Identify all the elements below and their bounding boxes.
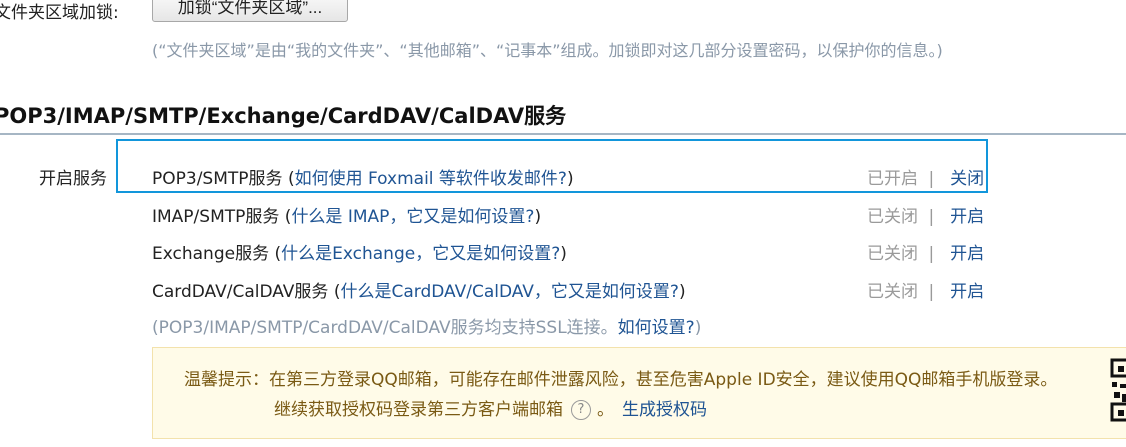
- service-name: Exchange服务: [152, 244, 270, 264]
- separator: |: [923, 244, 946, 264]
- service-name: CardDAV/CalDAV服务: [152, 282, 329, 302]
- status-text: 已关闭: [867, 282, 918, 302]
- generate-auth-code-link[interactable]: 生成授权码: [622, 400, 707, 420]
- service-status-imap: 已关闭 | 开启: [867, 202, 984, 227]
- service-status-pop3: 已开启 | 关闭: [867, 164, 984, 189]
- ssl-note: (POP3/IMAP/SMTP/CardDAV/CalDAV服务均支持SSL连接…: [152, 318, 702, 338]
- tip-box: [152, 347, 1126, 439]
- ssl-note-text: POP3/IMAP/SMTP/CardDAV/CalDAV服务均支持SSL连接。: [158, 318, 618, 338]
- service-name: IMAP/SMTP服务: [152, 207, 280, 227]
- service-row-pop3: POP3/SMTP服务 (如何使用 Foxmail 等软件收发邮件?): [152, 169, 574, 189]
- service-status-carddav: 已关闭 | 开启: [867, 277, 984, 302]
- service-name: POP3/SMTP服务: [152, 169, 283, 189]
- service-row-carddav: CardDAV/CalDAV服务 (什么是CardDAV/CalDAV，它又是如…: [152, 282, 686, 302]
- tip-warning-text: 温馨提示：在第三方登录QQ邮箱，可能存在邮件泄露风险，甚至危害Apple ID安…: [184, 370, 1058, 390]
- ssl-howto-link[interactable]: 如何设置?: [618, 318, 695, 338]
- question-icon[interactable]: ?: [571, 400, 591, 420]
- service-help-link[interactable]: 什么是Exchange，它又是如何设置?: [281, 244, 560, 264]
- toggle-link[interactable]: 开启: [950, 282, 984, 302]
- service-status-exchange: 已关闭 | 开启: [867, 239, 984, 264]
- folder-lock-note: (“文件夹区域”是由“我的文件夹”、“其他邮箱”、“记事本”组成。加锁即对这几部…: [152, 41, 943, 60]
- toggle-link[interactable]: 开启: [950, 244, 984, 264]
- separator: |: [923, 169, 946, 189]
- service-row-exchange: Exchange服务 (什么是Exchange，它又是如何设置?): [152, 244, 567, 264]
- folder-lock-button[interactable]: 加锁“文件夹区域”...: [152, 0, 348, 22]
- qr-code-icon: [1110, 358, 1126, 422]
- section-title: POP3/IMAP/SMTP/Exchange/CardDAV/CalDAV服务: [0, 104, 567, 128]
- service-help-link[interactable]: 什么是CardDAV/CalDAV，它又是如何设置?: [340, 282, 678, 302]
- section-divider: [0, 133, 1126, 135]
- status-text: 已关闭: [867, 244, 918, 264]
- toggle-link[interactable]: 开启: [950, 207, 984, 227]
- services-label: 开启服务: [39, 169, 107, 189]
- separator: |: [923, 282, 946, 302]
- separator: |: [923, 207, 946, 227]
- status-text: 已关闭: [867, 207, 918, 227]
- service-help-link[interactable]: 什么是 IMAP，它又是如何设置?: [291, 207, 534, 227]
- service-help-link[interactable]: 如何使用 Foxmail 等软件收发邮件?: [295, 169, 567, 189]
- tip-auth-line: 继续获取授权码登录第三方客户端邮箱?。生成授权码: [274, 400, 707, 420]
- service-row-imap: IMAP/SMTP服务 (什么是 IMAP，它又是如何设置?): [152, 207, 542, 227]
- folder-lock-label: 文件夹区域加锁:: [0, 3, 119, 23]
- toggle-link[interactable]: 关闭: [950, 169, 984, 189]
- status-text: 已开启: [867, 169, 918, 189]
- tip-auth-text: 继续获取授权码登录第三方客户端邮箱: [274, 400, 563, 420]
